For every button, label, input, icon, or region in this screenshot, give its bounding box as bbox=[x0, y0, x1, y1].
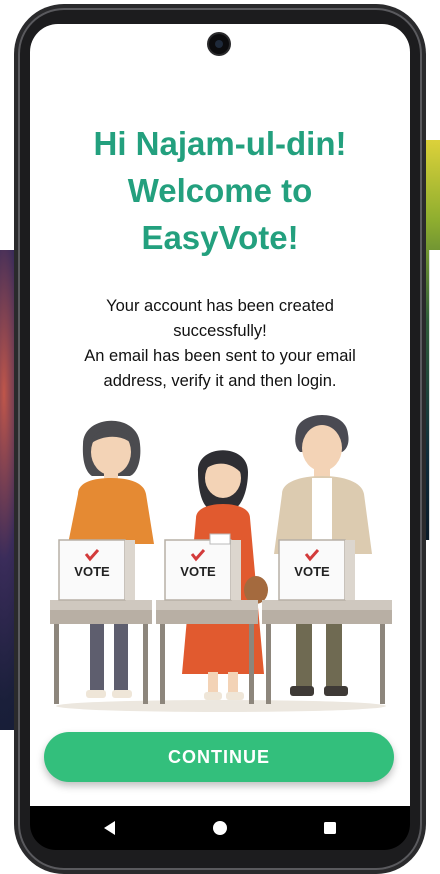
voters-illustration: VOTE VOTE VOTE bbox=[50, 404, 392, 714]
message-line: successfully! bbox=[173, 322, 267, 340]
message-line: An email has been sent to your email bbox=[84, 347, 356, 365]
message-line: Your account has been created bbox=[106, 297, 334, 315]
continue-button[interactable]: CONTINUE bbox=[44, 732, 394, 782]
greeting-line: Hi Najam-ul-din! bbox=[93, 125, 347, 162]
front-camera bbox=[209, 34, 229, 54]
app-name: EasyVote! bbox=[141, 219, 299, 256]
ballot-box-right: VOTE bbox=[278, 539, 355, 601]
ballot-label: VOTE bbox=[74, 564, 110, 579]
confirmation-message: Your account has been created successful… bbox=[50, 294, 390, 394]
ballot-box-middle: VOTE bbox=[164, 533, 241, 601]
ballot-label: VOTE bbox=[180, 564, 216, 579]
background-window-edge bbox=[429, 250, 440, 540]
system-navigation-bar bbox=[30, 806, 410, 850]
welcome-title: Hi Najam-ul-din! Welcome to EasyVote! bbox=[30, 120, 410, 261]
message-line: address, verify it and then login. bbox=[103, 372, 337, 390]
welcome-line: Welcome to bbox=[127, 172, 313, 209]
recents-icon[interactable] bbox=[320, 818, 340, 838]
home-icon[interactable] bbox=[210, 818, 230, 838]
ballot-box-left: VOTE bbox=[58, 539, 135, 601]
back-icon[interactable] bbox=[100, 818, 120, 838]
app-screen: Hi Najam-ul-din! Welcome to EasyVote! Yo… bbox=[30, 24, 410, 806]
ballot-label: VOTE bbox=[294, 564, 330, 579]
